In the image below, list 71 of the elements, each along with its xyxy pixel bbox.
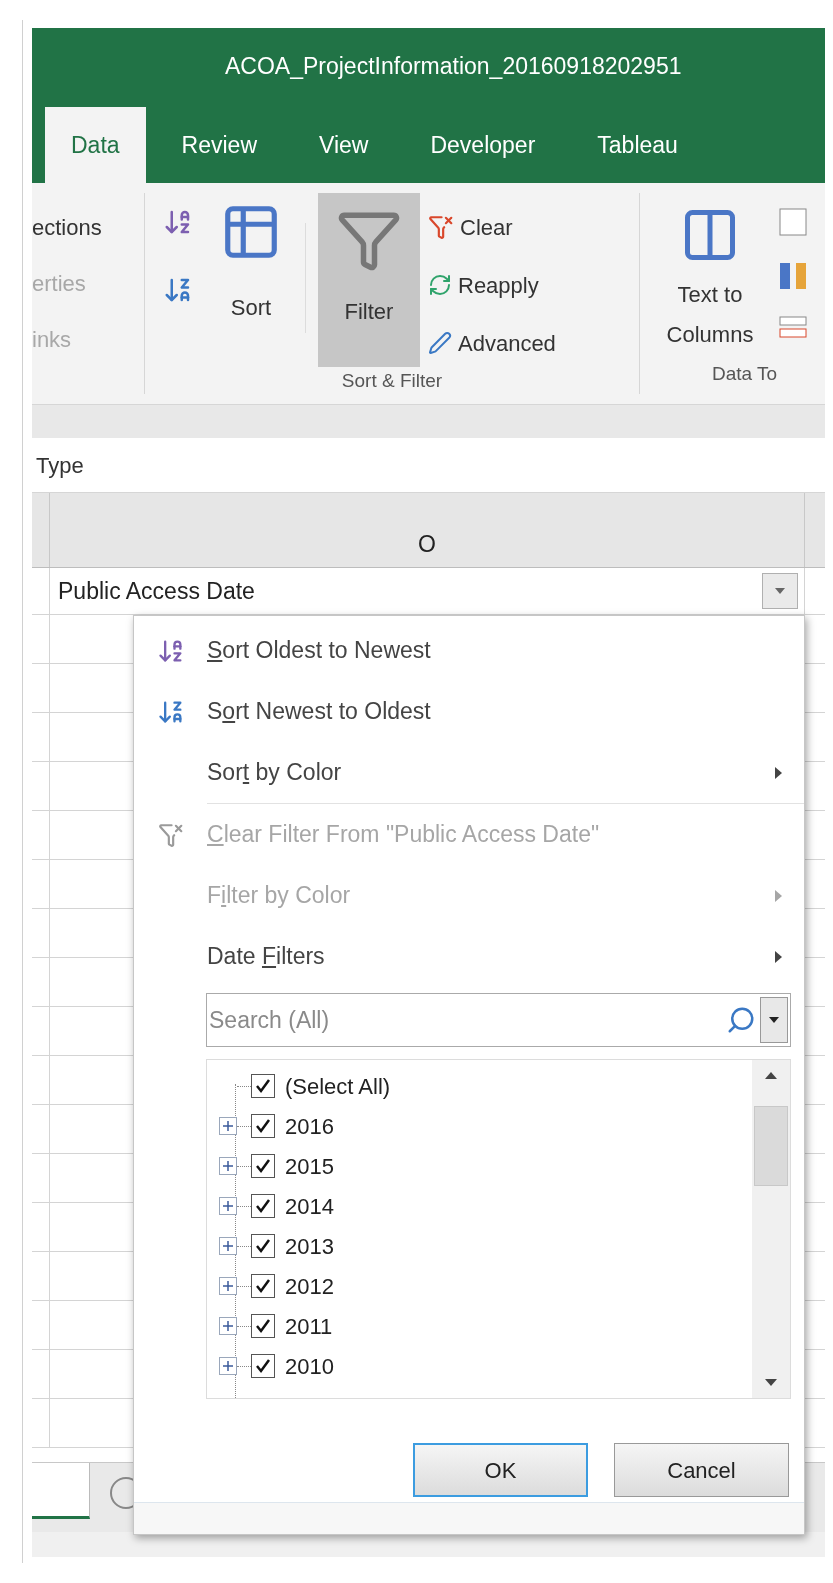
cell-text: Public Access Date [58, 576, 256, 606]
search-options-button[interactable] [760, 997, 788, 1043]
scroll-up-icon[interactable] [765, 1072, 777, 1079]
scrollbar[interactable] [752, 1060, 790, 1398]
tree-item-label[interactable]: 2015 [285, 1149, 334, 1183]
text-to-columns-button[interactable]: Text to Columns [648, 195, 772, 360]
expand-icon[interactable] [219, 1357, 237, 1375]
tree-item-label[interactable]: 2013 [285, 1229, 334, 1263]
menu-item[interactable]: Sort Oldest to Newest [134, 620, 804, 681]
menu-item[interactable]: Sort Newest to Oldest [134, 681, 804, 742]
sheet-tab[interactable] [32, 1463, 90, 1519]
tree-item-label[interactable]: 2012 [285, 1269, 334, 1303]
submenu-arrow-icon [775, 889, 782, 902]
tree-item-label[interactable]: (Select All) [285, 1069, 391, 1103]
checkmark-icon [255, 1198, 271, 1214]
checkmark-icon [255, 1278, 271, 1294]
caret-icon [769, 1017, 779, 1023]
checkbox[interactable] [251, 1074, 275, 1098]
checkbox[interactable] [251, 1114, 275, 1138]
ribbon-tab[interactable]: View [293, 107, 395, 183]
formula-value: Type [36, 451, 84, 480]
checkmark-icon [255, 1158, 271, 1174]
submenu-arrow-icon [775, 950, 782, 963]
filter-command[interactable]: Clear [428, 205, 556, 249]
expand-icon[interactable] [219, 1117, 237, 1135]
advanced-filter-icon [428, 331, 452, 355]
dialog-button[interactable]: Cancel [614, 1443, 789, 1497]
checkmark-icon [255, 1078, 271, 1094]
caret-icon [775, 588, 785, 594]
reapply-icon [428, 273, 452, 297]
checkbox[interactable] [251, 1234, 275, 1258]
ribbon-tab[interactable]: Data [45, 107, 146, 183]
expand-icon[interactable] [219, 1237, 237, 1255]
clear-filter-icon [428, 214, 454, 240]
checkmark-icon [255, 1358, 271, 1374]
checkbox[interactable] [251, 1194, 275, 1218]
checkbox[interactable] [251, 1314, 275, 1338]
checkmark-icon [255, 1238, 271, 1254]
expand-icon[interactable] [219, 1317, 237, 1335]
menu-item[interactable]: Sort by Color [134, 742, 804, 803]
scroll-thumb[interactable] [754, 1106, 788, 1186]
checkmark-icon [255, 1118, 271, 1134]
ribbon-command[interactable]: ections [32, 211, 144, 245]
clear-filter-icon [157, 821, 184, 848]
window-title: ACOA_ProjectInformation_20160918202951 [225, 52, 682, 82]
tree-item-label[interactable]: 2011 [285, 1309, 333, 1343]
tree-item-label[interactable]: 2010 [285, 1349, 334, 1383]
submenu-arrow-icon [775, 766, 782, 779]
expand-icon[interactable] [219, 1277, 237, 1295]
group-label: Data To [711, 361, 779, 386]
tree-item-label[interactable]: 2014 [285, 1189, 334, 1223]
tree-item-label[interactable]: 2016 [285, 1109, 334, 1143]
filter-command[interactable]: Advanced [428, 321, 556, 365]
scroll-down-icon[interactable] [765, 1379, 777, 1386]
ribbon-tab[interactable]: Tableau [571, 107, 704, 183]
checkmark-icon [255, 1318, 271, 1334]
checkbox[interactable] [251, 1154, 275, 1178]
search-icon [726, 1005, 756, 1035]
filter-button[interactable]: Filter [318, 193, 420, 367]
ribbon-tab[interactable]: Developer [404, 107, 562, 183]
ribbon-tab[interactable]: Review [155, 107, 283, 183]
sort-button[interactable]: Sort [209, 193, 293, 363]
checkbox[interactable] [251, 1274, 275, 1298]
expand-icon[interactable] [219, 1197, 237, 1215]
group-label: Sort & Filter [340, 369, 444, 393]
dialog-button[interactable]: OK [413, 1443, 588, 1497]
expand-icon[interactable] [219, 1157, 237, 1175]
checkbox[interactable] [251, 1354, 275, 1378]
filter-command[interactable]: Reapply [428, 263, 556, 307]
menu-item[interactable]: Date Filters [134, 926, 804, 987]
filter-dropdown-button[interactable] [762, 573, 798, 609]
